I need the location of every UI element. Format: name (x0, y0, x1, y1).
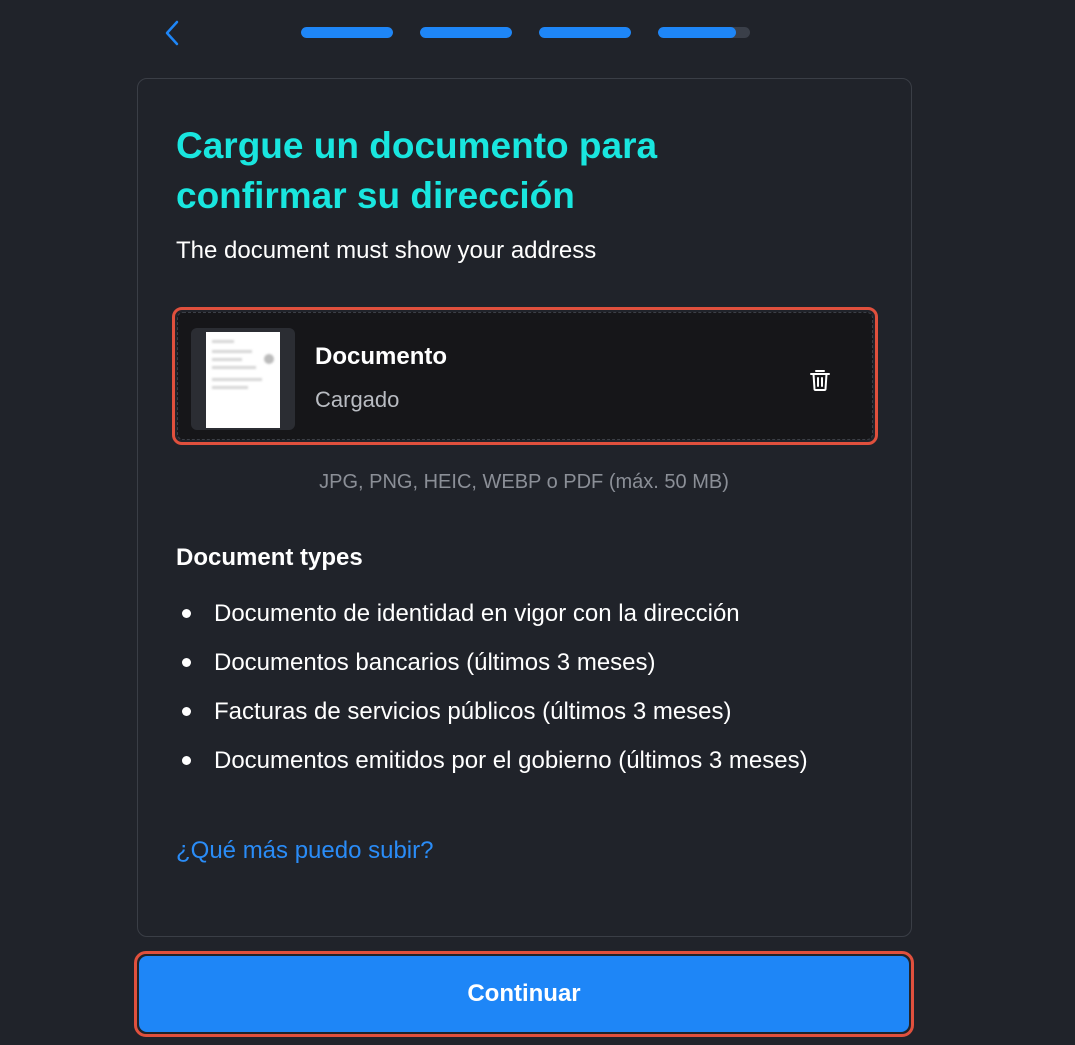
progress-step (539, 27, 631, 38)
trash-icon (810, 370, 830, 391)
document-name: Documento (315, 343, 447, 370)
accepted-formats: JPG, PNG, HEIC, WEBP o PDF (máx. 50 MB) (319, 471, 729, 493)
progress-step (301, 27, 393, 38)
document-preview (206, 332, 280, 428)
uploaded-document-highlight: Documento Cargado (172, 307, 878, 445)
document-status: Cargado (315, 387, 400, 412)
progress-indicator (301, 27, 750, 38)
page-title: Cargue un documento para confirmar su di… (176, 125, 658, 216)
chevron-left-icon (165, 20, 179, 46)
document-thumbnail (191, 328, 295, 430)
progress-step-fill (658, 27, 737, 38)
list-item: Documentos bancarios (últimos 3 meses) (176, 643, 816, 682)
bullet-icon (182, 707, 191, 716)
bullet-icon (182, 609, 191, 618)
document-types-heading: Document types (176, 544, 363, 571)
list-item-label: Documentos bancarios (últimos 3 meses) (214, 649, 656, 676)
page: Cargue un documento para confirmar su di… (0, 0, 1075, 1045)
upload-card: Cargue un documento para confirmar su di… (137, 78, 912, 937)
bullet-icon (182, 756, 191, 765)
list-item-label: Documento de identidad en vigor con la d… (214, 600, 740, 627)
list-item: Documentos emitidos por el gobierno (últ… (176, 741, 816, 780)
list-item-label: Facturas de servicios públicos (últimos … (214, 698, 732, 725)
list-item: Facturas de servicios públicos (últimos … (176, 692, 816, 731)
progress-step (658, 27, 750, 38)
list-item-label: Documentos emitidos por el gobierno (últ… (214, 747, 808, 774)
progress-step (420, 27, 512, 38)
back-button[interactable] (158, 18, 186, 48)
what-else-link[interactable]: ¿Qué más puedo subir? (176, 837, 433, 865)
uploaded-document[interactable]: Documento Cargado (177, 312, 873, 440)
delete-document-button[interactable] (806, 365, 834, 395)
continue-button[interactable]: Continuar (139, 956, 909, 1032)
progress-step-fill (539, 27, 631, 38)
document-types-list: Documento de identidad en vigor con la d… (176, 594, 816, 790)
progress-step-fill (301, 27, 393, 38)
page-subtitle: The document must show your address (176, 237, 597, 264)
progress-step-fill (420, 27, 512, 38)
continue-button-highlight: Continuar (134, 951, 914, 1037)
bullet-icon (182, 658, 191, 667)
list-item: Documento de identidad en vigor con la d… (176, 594, 816, 633)
